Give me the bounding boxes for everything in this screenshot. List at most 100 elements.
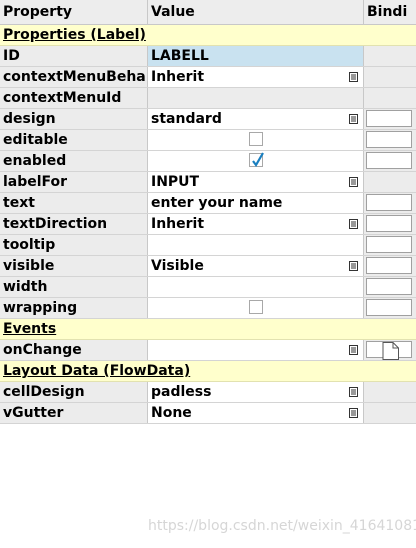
- prop-value-text: Inherit: [151, 69, 205, 85]
- property-grid: Property Value Bindi Properties (Label) …: [0, 0, 416, 424]
- row-id[interactable]: ID LABELL: [0, 46, 416, 67]
- prop-name: contextMenuId: [0, 88, 148, 108]
- header-binding[interactable]: Bindi: [364, 0, 416, 24]
- prop-value-text: Visible: [151, 258, 204, 274]
- prop-value[interactable]: Inherit: [148, 67, 364, 87]
- watermark: https://blog.csdn.net/weixin_41641081: [148, 518, 416, 534]
- row-context-menu-id[interactable]: contextMenuId: [0, 88, 416, 109]
- binding-cell: [364, 46, 416, 66]
- enabled-checkbox[interactable]: [249, 152, 264, 167]
- dropdown-icon[interactable]: [349, 177, 358, 187]
- checkmark-icon: [252, 152, 264, 167]
- binding-cell: [364, 256, 416, 276]
- document-icon[interactable]: [382, 342, 400, 360]
- section-events[interactable]: Events: [0, 319, 416, 340]
- prop-name: editable: [0, 130, 148, 150]
- binding-field[interactable]: [366, 131, 412, 148]
- row-editable[interactable]: editable: [0, 130, 416, 151]
- prop-name: width: [0, 277, 148, 297]
- row-enabled[interactable]: enabled: [0, 151, 416, 172]
- prop-value[interactable]: [148, 130, 364, 150]
- prop-value-text: standard: [151, 111, 222, 127]
- binding-cell: [364, 151, 416, 171]
- prop-value[interactable]: [148, 340, 364, 360]
- prop-value[interactable]: padless: [148, 382, 364, 402]
- wrapping-checkbox[interactable]: [249, 300, 263, 314]
- dropdown-icon[interactable]: [349, 387, 358, 397]
- prop-name: enabled: [0, 151, 148, 171]
- prop-name: tooltip: [0, 235, 148, 255]
- dropdown-icon[interactable]: [349, 72, 358, 82]
- binding-cell: [364, 382, 416, 402]
- row-visible[interactable]: visible Visible: [0, 256, 416, 277]
- binding-cell: [364, 67, 416, 87]
- row-width[interactable]: width: [0, 277, 416, 298]
- prop-value[interactable]: Visible: [148, 256, 364, 276]
- prop-value[interactable]: enter your name: [148, 193, 364, 213]
- binding-field[interactable]: [366, 152, 412, 169]
- prop-value-text: INPUT: [151, 174, 200, 190]
- binding-cell: [364, 235, 416, 255]
- prop-name: wrapping: [0, 298, 148, 318]
- binding-field[interactable]: [366, 299, 412, 316]
- binding-cell: [364, 172, 416, 192]
- binding-cell: [364, 214, 416, 234]
- dropdown-icon[interactable]: [349, 261, 358, 271]
- prop-name: onChange: [0, 340, 148, 360]
- dropdown-icon[interactable]: [349, 345, 358, 355]
- binding-cell: [364, 298, 416, 318]
- binding-field[interactable]: [366, 341, 412, 360]
- binding-field[interactable]: [366, 215, 412, 232]
- prop-value[interactable]: Inherit: [148, 214, 364, 234]
- prop-name: visible: [0, 256, 148, 276]
- section-events-label: Events: [3, 321, 57, 337]
- section-properties[interactable]: Properties (Label): [0, 25, 416, 46]
- section-layout-data[interactable]: Layout Data (FlowData): [0, 361, 416, 382]
- binding-cell: [364, 403, 416, 423]
- prop-value-text: padless: [151, 384, 212, 400]
- prop-value[interactable]: [148, 151, 364, 171]
- prop-value[interactable]: [148, 277, 364, 297]
- prop-name: contextMenuBeha: [0, 67, 148, 87]
- row-context-menu-behavior[interactable]: contextMenuBeha Inherit: [0, 67, 416, 88]
- header-value[interactable]: Value: [148, 0, 364, 24]
- binding-cell: [364, 277, 416, 297]
- binding-cell: [364, 130, 416, 150]
- row-tooltip[interactable]: tooltip: [0, 235, 416, 256]
- row-design[interactable]: design standard: [0, 109, 416, 130]
- row-text-direction[interactable]: textDirection Inherit: [0, 214, 416, 235]
- prop-name: vGutter: [0, 403, 148, 423]
- binding-field[interactable]: [366, 236, 412, 253]
- binding-cell: [364, 340, 416, 360]
- row-cell-design[interactable]: cellDesign padless: [0, 382, 416, 403]
- binding-field[interactable]: [366, 194, 412, 211]
- prop-name: cellDesign: [0, 382, 148, 402]
- binding-cell: [364, 193, 416, 213]
- prop-value[interactable]: INPUT: [148, 172, 364, 192]
- prop-name: textDirection: [0, 214, 148, 234]
- prop-value-text: None: [151, 405, 192, 421]
- binding-field[interactable]: [366, 110, 412, 127]
- binding-field[interactable]: [366, 257, 412, 274]
- dropdown-icon[interactable]: [349, 114, 358, 124]
- header-property[interactable]: Property: [0, 0, 148, 24]
- row-on-change[interactable]: onChange: [0, 340, 416, 361]
- row-label-for[interactable]: labelFor INPUT: [0, 172, 416, 193]
- binding-field[interactable]: [366, 278, 412, 295]
- editable-checkbox[interactable]: [249, 132, 263, 146]
- row-wrapping[interactable]: wrapping: [0, 298, 416, 319]
- prop-value[interactable]: LABELL: [148, 46, 364, 66]
- dropdown-icon[interactable]: [349, 219, 358, 229]
- prop-name: labelFor: [0, 172, 148, 192]
- section-properties-label: Properties (Label): [3, 27, 146, 43]
- row-text[interactable]: text enter your name: [0, 193, 416, 214]
- prop-value[interactable]: [148, 235, 364, 255]
- dropdown-icon[interactable]: [349, 408, 358, 418]
- prop-value[interactable]: standard: [148, 109, 364, 129]
- binding-cell: [364, 88, 416, 108]
- prop-name: design: [0, 109, 148, 129]
- row-v-gutter[interactable]: vGutter None: [0, 403, 416, 424]
- prop-value[interactable]: None: [148, 403, 364, 423]
- prop-value[interactable]: [148, 298, 364, 318]
- prop-value[interactable]: [148, 88, 364, 108]
